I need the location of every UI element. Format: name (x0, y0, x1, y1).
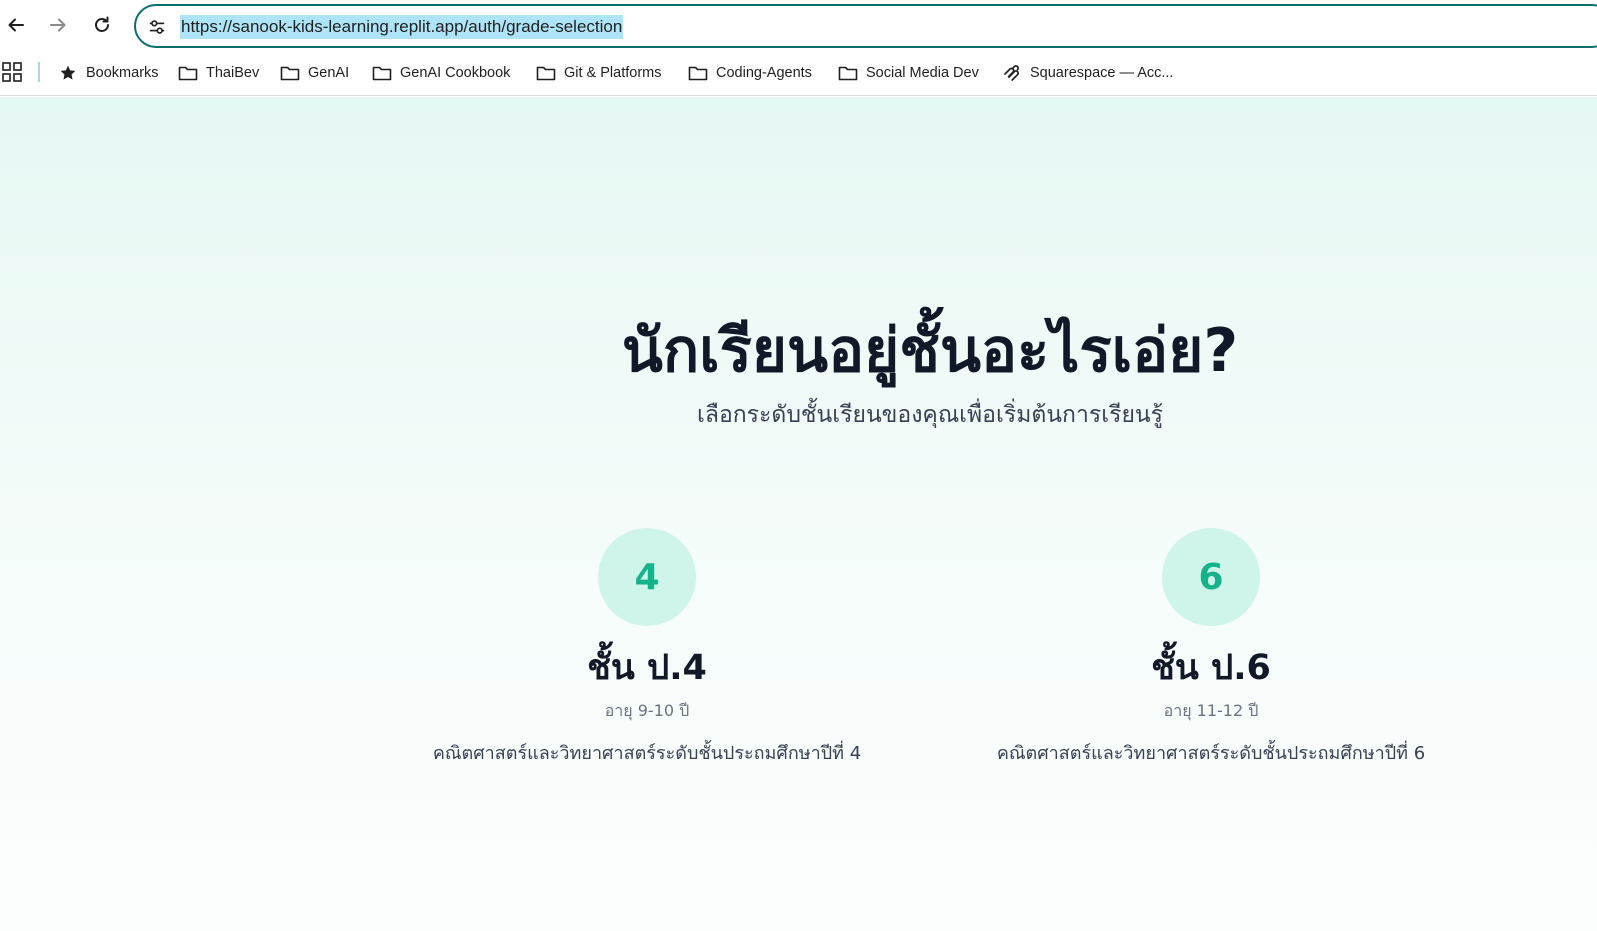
arrow-right-icon (50, 18, 66, 32)
bookmarks-bar: Bookmarks ThaiBev GenAI GenAI Cookbook G… (0, 52, 1597, 96)
bookmark-label: Bookmarks (86, 65, 159, 81)
bookmark-folder-git-platforms[interactable]: Git & Platforms (536, 60, 662, 86)
bookmark-folder-genai-cookbook[interactable]: GenAI Cookbook (372, 60, 510, 86)
squarespace-icon (1004, 65, 1019, 81)
grade-number-badge: 6 (1162, 528, 1260, 626)
folder-icon (178, 66, 198, 81)
grade-title: ชั้น ป.6 (1151, 648, 1271, 688)
grade-age: อายุ 9-10 ปี (604, 701, 690, 720)
folder-icon (372, 66, 392, 81)
reload-icon (95, 16, 109, 32)
back-button[interactable] (0, 9, 32, 41)
bookmark-bookmarks[interactable]: Bookmarks (58, 60, 159, 86)
bookmarks-separator (38, 62, 40, 82)
grade-description: คณิตศาสตร์และวิทยาศาสตร์ระดับชั้นประถมศึ… (432, 743, 862, 764)
reload-button[interactable] (86, 9, 118, 41)
address-bar[interactable]: https://sanook-kids-learning.replit.app/… (134, 4, 1597, 48)
bookmark-folder-social-media-dev[interactable]: Social Media Dev (838, 60, 979, 86)
forward-button[interactable] (42, 9, 74, 41)
bookmark-label: Social Media Dev (866, 65, 979, 81)
grade-card-p4[interactable]: 4 ชั้น ป.4 อายุ 9-10 ปี คณิตศาสตร์และวิท… (387, 512, 907, 782)
bookmark-label: Squarespace — Acc... (1030, 65, 1174, 81)
bookmark-folder-genai[interactable]: GenAI (280, 60, 349, 86)
page-title: นักเรียนอยู่ชั้นอะไรเอ่ย? (621, 316, 1239, 386)
grade-description: คณิตศาสตร์และวิทยาศาสตร์ระดับชั้นประถมศึ… (996, 743, 1426, 764)
bookmark-label: ThaiBev (206, 65, 260, 81)
bookmark-label: Coding-Agents (716, 65, 812, 81)
bookmark-label: Git & Platforms (564, 65, 662, 81)
url-text[interactable]: https://sanook-kids-learning.replit.app/… (180, 15, 624, 39)
grade-card-p6[interactable]: 6 ชั้น ป.6 อายุ 11-12 ปี คณิตศาสตร์และวิ… (951, 512, 1471, 782)
folder-icon (838, 66, 858, 81)
folder-icon (536, 66, 556, 81)
grade-title: ชั้น ป.4 (587, 648, 707, 688)
folder-icon (688, 66, 708, 81)
tune-icon (149, 20, 165, 34)
arrow-left-icon (8, 18, 24, 32)
grade-selection-page: นักเรียนอยู่ชั้นอะไรเอ่ย? เลือกระดับชั้น… (0, 97, 1597, 931)
star-icon (60, 65, 76, 80)
bookmark-folder-thaibev[interactable]: ThaiBev (178, 60, 259, 86)
bookmark-folder-coding-agents[interactable]: Coding-Agents (688, 60, 812, 86)
bookmark-squarespace[interactable]: Squarespace — Acc... (1002, 60, 1173, 86)
grade-age: อายุ 11-12 ปี (1163, 701, 1259, 720)
bookmark-label: GenAI Cookbook (400, 65, 511, 81)
grade-number-badge: 4 (598, 528, 696, 626)
browser-toolbar: https://sanook-kids-learning.replit.app/… (0, 0, 1597, 52)
page-subtitle: เลือกระดับชั้นเรียนของคุณเพื่อเริ่มต้นกา… (696, 402, 1163, 428)
folder-icon (280, 66, 300, 81)
bookmark-label: GenAI (308, 65, 350, 81)
site-info-button[interactable] (144, 14, 170, 40)
apps-grid-icon[interactable] (2, 62, 22, 82)
